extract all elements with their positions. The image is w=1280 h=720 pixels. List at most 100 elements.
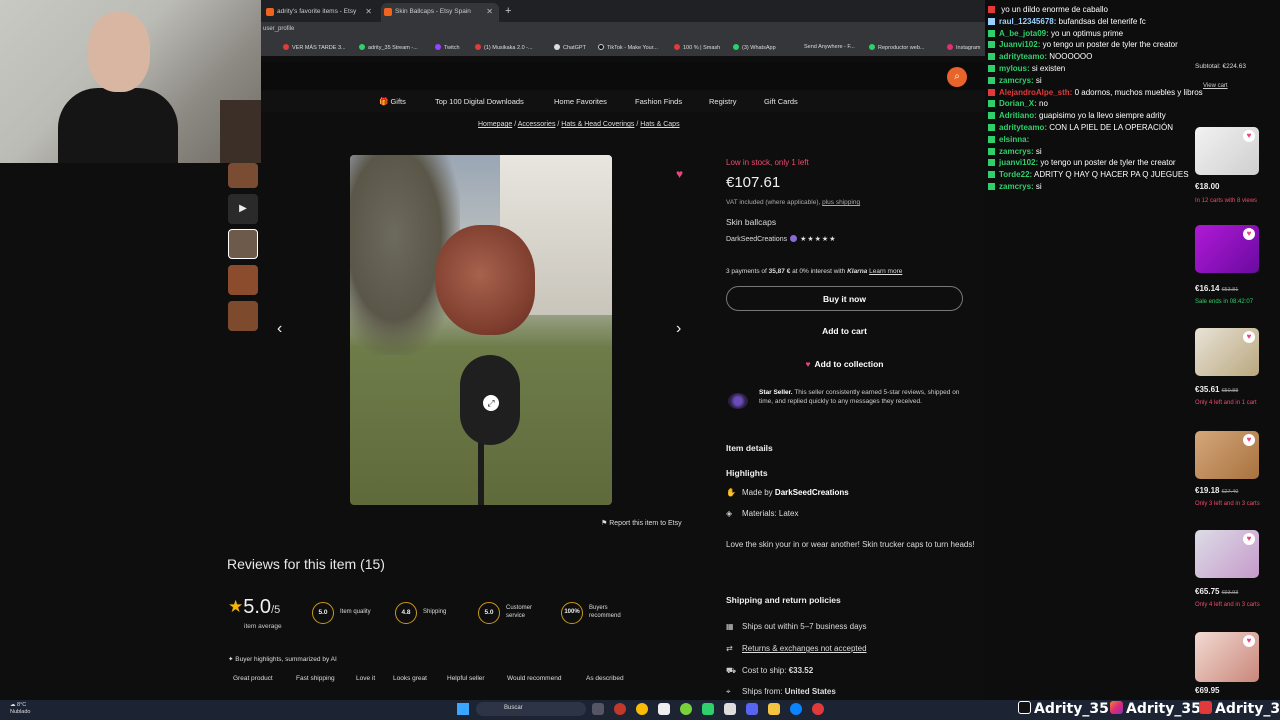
cart-item-thumbnail[interactable]: ♥: [1195, 328, 1259, 376]
app-icon[interactable]: [680, 703, 692, 715]
bookmark-item[interactable]: VER MÁS TARDE 3...: [283, 44, 346, 51]
nav-gift-cards[interactable]: Gift Cards: [764, 97, 798, 106]
made-by-value[interactable]: DarkSeedCreations: [775, 488, 849, 497]
buy-now-button[interactable]: Buy it now: [726, 286, 963, 311]
app-icon[interactable]: [812, 703, 824, 715]
opera-icon[interactable]: [614, 703, 626, 715]
chat-message: Torde22: ADRITY Q HAY Q HACER PA Q JUEGU…: [988, 169, 1248, 181]
folder-icon[interactable]: [768, 703, 780, 715]
address-bar[interactable]: user_profile: [261, 22, 985, 38]
highlight-chip[interactable]: Fast shipping: [296, 675, 335, 682]
report-item-link[interactable]: ⚑ Report this item to Etsy: [601, 519, 682, 527]
bookmark-item[interactable]: adrity_35 Stream -...: [359, 44, 418, 51]
gallery-thumbnail[interactable]: [228, 163, 258, 188]
highlight-chip[interactable]: Love it: [356, 675, 375, 682]
gallery-thumbnail[interactable]: [228, 265, 258, 295]
report-label: Report this item to Etsy: [609, 520, 682, 527]
cart-item-thumbnail[interactable]: ♥: [1195, 225, 1259, 273]
bookmark-item[interactable]: Reproductor web...: [869, 44, 924, 51]
bookmark-item[interactable]: Instagram: [947, 44, 980, 51]
cart-item-thumbnail[interactable]: ♥: [1195, 431, 1259, 479]
weather-widget[interactable]: ☁ 8°C Nublado: [10, 702, 31, 715]
breadcrumb-link[interactable]: Accessories: [518, 121, 556, 128]
add-to-collection-button[interactable]: ♥ Add to collection: [726, 352, 963, 377]
nav-home-favorites[interactable]: Home Favorites: [554, 97, 607, 106]
bookmark-item[interactable]: TikTok - Make Your...: [598, 44, 658, 51]
app-icon[interactable]: [724, 703, 736, 715]
item-description: Love the skin your in or wear another! S…: [726, 540, 975, 549]
returns-link[interactable]: Returns & exchanges not accepted: [742, 644, 867, 653]
chat-badge-icon: [988, 88, 995, 96]
taskbar-search[interactable]: Buscar: [476, 702, 586, 716]
klarna-learn-more-link[interactable]: Learn more: [869, 268, 902, 275]
bookmark-item[interactable]: Send Anywhere - F...: [804, 44, 855, 50]
bookmark-item[interactable]: ChatGPT: [554, 44, 586, 51]
nav-registry[interactable]: Registry: [709, 97, 737, 106]
nav-gifts[interactable]: 🎁 Gifts: [379, 97, 406, 106]
nav-label: Gift Cards: [764, 97, 798, 106]
youtube-icon: [475, 44, 481, 50]
heart-icon[interactable]: ♥: [1243, 635, 1255, 647]
breadcrumb-link[interactable]: Hats & Head Coverings: [561, 121, 634, 128]
task-view-icon[interactable]: [592, 703, 604, 715]
bookmark-label: VER MÁS TARDE 3...: [292, 45, 346, 51]
video-thumbnail-play-icon[interactable]: ▶: [228, 194, 258, 224]
highlight-chip[interactable]: Helpful seller: [447, 675, 485, 682]
chat-badge-icon: [988, 135, 995, 143]
heart-icon[interactable]: ♥: [1243, 434, 1255, 446]
zoom-icon[interactable]: ⤢: [483, 395, 499, 411]
average-score: 5.0: [243, 596, 272, 618]
chrome-icon[interactable]: [636, 703, 648, 715]
nav-top-100[interactable]: Top 100 Digital Downloads: [435, 97, 524, 106]
chat-username: adrityteamo:: [999, 122, 1048, 132]
ships-from-label: Ships from:: [742, 687, 783, 696]
bookmark-label: Twitch: [444, 45, 460, 51]
search-icon[interactable]: ⌕: [947, 67, 967, 87]
close-tab-icon[interactable]: ✕: [486, 7, 493, 16]
chevron-left-icon[interactable]: ‹: [277, 320, 282, 338]
chat-text: NOOOOOO: [1049, 52, 1093, 62]
gallery-thumbnail[interactable]: [228, 301, 258, 331]
close-tab-icon[interactable]: ✕: [365, 7, 372, 16]
bookmark-item[interactable]: Twitch: [435, 44, 460, 51]
cart-item-thumbnail[interactable]: ♥: [1195, 530, 1259, 578]
shipping-policies-heading[interactable]: Shipping and return policies: [726, 595, 841, 605]
edge-icon[interactable]: [790, 703, 802, 715]
chevron-right-icon[interactable]: ›: [676, 320, 681, 338]
item-details-heading[interactable]: Item details: [726, 443, 773, 453]
product-main-image[interactable]: ⤢: [350, 155, 612, 505]
price-value: €16.14: [1195, 284, 1220, 293]
favorite-heart-icon[interactable]: ♥: [676, 167, 683, 181]
heart-icon[interactable]: ♥: [1243, 533, 1255, 545]
breadcrumb-link[interactable]: Hats & Caps: [640, 121, 679, 128]
tab-favorites[interactable]: adrity's favorite items - Etsy ✕: [263, 3, 378, 22]
bookmark-item[interactable]: (3) WhatsApp: [733, 44, 776, 51]
heart-icon[interactable]: ♥: [1243, 228, 1255, 240]
tab-skin-ballcaps[interactable]: Skin Ballcaps - Etsy Spain ✕: [381, 3, 499, 22]
new-tab-icon[interactable]: +: [501, 3, 521, 22]
seller-link[interactable]: DarkSeedCreations: [726, 236, 787, 243]
windows-start-icon[interactable]: [457, 703, 469, 715]
gallery-thumbnail[interactable]: [228, 229, 258, 259]
highlight-chip[interactable]: Great product: [233, 675, 273, 682]
bookmark-item[interactable]: (1) Musikaka 2.0 -...: [475, 44, 533, 51]
highlight-chip[interactable]: Looks great: [393, 675, 427, 682]
heart-icon[interactable]: ♥: [1243, 331, 1255, 343]
cart-item-thumbnail[interactable]: ♥: [1195, 632, 1259, 682]
add-to-cart-button[interactable]: Add to cart: [726, 319, 963, 344]
shipping-link[interactable]: plus shipping: [822, 199, 860, 206]
discord-icon[interactable]: [746, 703, 758, 715]
app-icon[interactable]: [702, 703, 714, 715]
youtube-handle: Adrity_35: [1199, 701, 1280, 717]
highlight-chip[interactable]: Would recommend: [507, 675, 561, 682]
chat-username: zamcrys:: [999, 146, 1034, 156]
instagram-icon: [947, 44, 953, 50]
ships-from-row: ⌖ Ships from: United States: [726, 687, 836, 697]
chat-text: yo un optimus prime: [1051, 28, 1124, 38]
highlight-chip[interactable]: As described: [586, 675, 624, 682]
bookmark-item[interactable]: 100 % | Smash: [674, 44, 720, 51]
breadcrumb-link[interactable]: Homepage: [478, 121, 512, 128]
heart-icon: ♥: [805, 359, 811, 369]
nav-fashion-finds[interactable]: Fashion Finds: [635, 97, 682, 106]
file-icon[interactable]: [658, 703, 670, 715]
